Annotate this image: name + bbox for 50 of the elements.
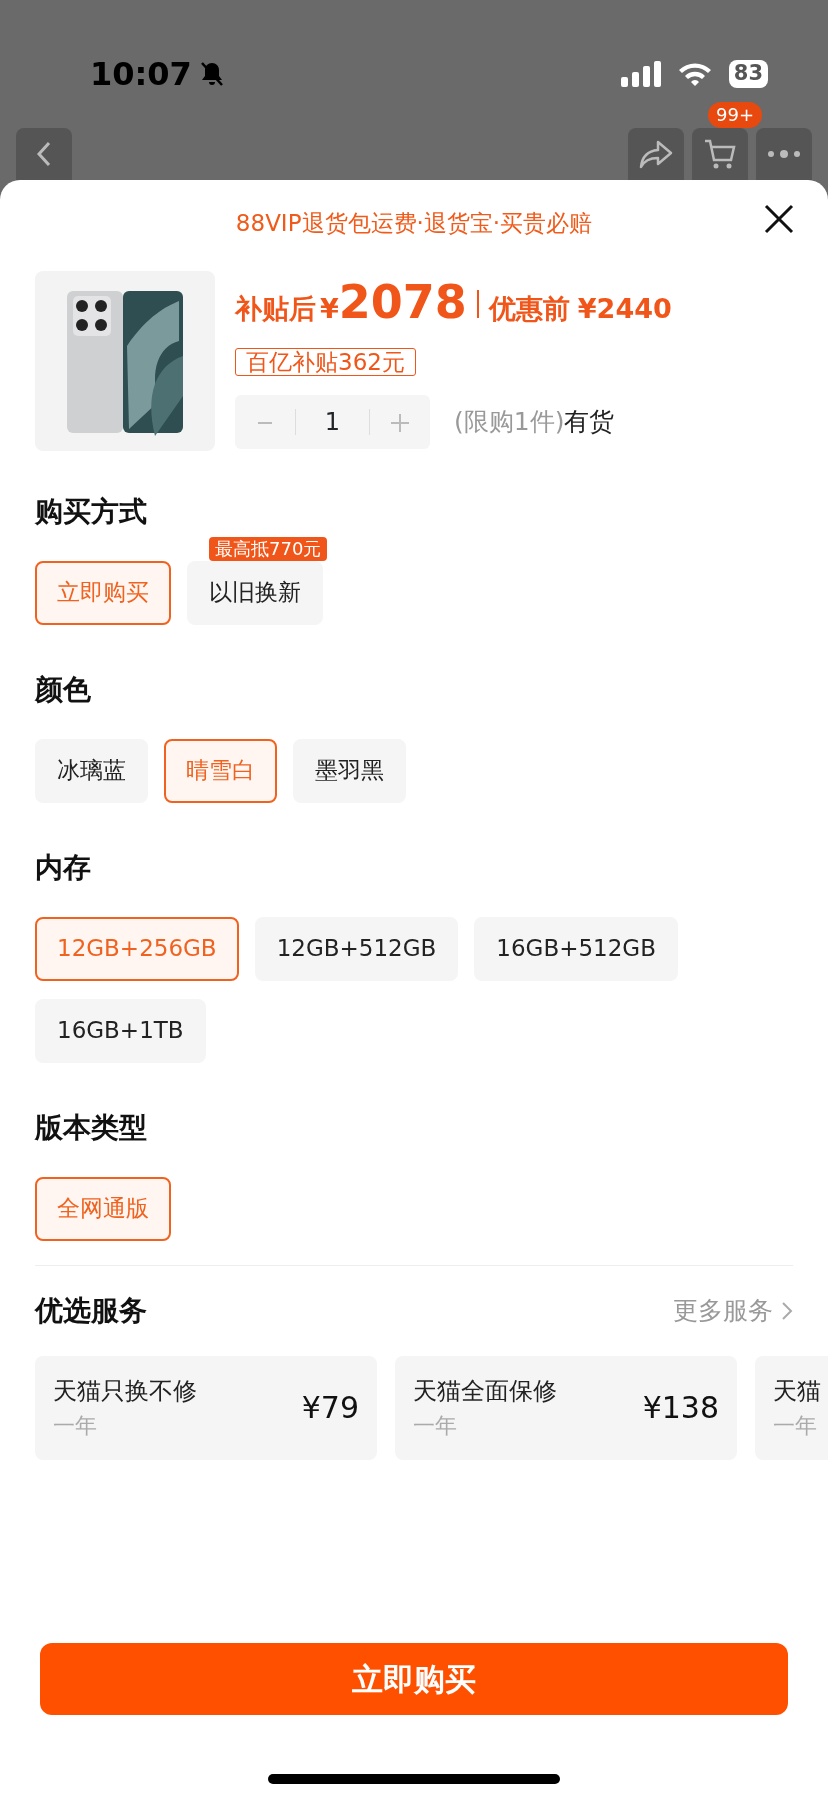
trade-in-badge: 最高抵770元 (209, 536, 328, 561)
more-button[interactable] (756, 128, 812, 180)
original-price: ¥2440 (577, 291, 672, 326)
signal-icon (620, 61, 661, 87)
service-term: 一年 (773, 1412, 818, 1440)
service-name: 天猫全面保修 (413, 1376, 557, 1407)
option-chip[interactable]: 以旧换新 (187, 560, 323, 625)
share-icon (638, 139, 674, 169)
option-chip[interactable]: 墨羽黑 (293, 738, 406, 803)
subsidy-tag: 百亿补贴362元 (235, 348, 416, 376)
promo-text: 88VIP退货包运费·退货宝·买贵必赔 (235, 210, 593, 236)
cart-count-badge: 99+ (708, 102, 762, 128)
section-title: 内存 (35, 849, 92, 886)
original-price-label: 优惠前 (488, 291, 570, 326)
status-time: 10:07 (90, 54, 192, 95)
service-name: 天猫 (773, 1376, 821, 1407)
option-chip[interactable]: 冰璃蓝 (35, 738, 148, 803)
close-icon (764, 204, 794, 234)
service-name: 天猫只换不修 (53, 1376, 197, 1407)
service-card[interactable]: 天猫只换不修 一年 ¥79 (35, 1355, 377, 1460)
share-button[interactable] (628, 128, 684, 180)
service-card[interactable]: 天猫 一年 (755, 1355, 828, 1460)
plus-icon (390, 413, 410, 433)
service-card[interactable]: 天猫全面保修 一年 ¥138 (395, 1355, 737, 1460)
section-title: 优选服务 (35, 1292, 147, 1329)
service-price: ¥79 (301, 1389, 359, 1427)
minus-icon (258, 421, 272, 425)
back-button[interactable] (16, 128, 72, 180)
subsidized-price: 2078 (338, 278, 467, 325)
stock-status: 有货 (564, 407, 615, 437)
option-chip[interactable]: 12GB+512GB (254, 916, 459, 981)
section-title: 颜色 (35, 671, 92, 708)
service-price: ¥138 (642, 1389, 719, 1427)
cart-button[interactable] (692, 128, 748, 180)
section-title: 版本类型 (35, 1109, 148, 1146)
price-label: 补贴后 (235, 291, 316, 326)
purchase-limit: (限购1件) (454, 407, 565, 437)
cart-icon (703, 138, 737, 170)
currency-sign: ¥ (320, 292, 339, 326)
more-icon (767, 150, 801, 158)
chevron-right-icon (781, 1300, 793, 1321)
battery-level: 83 (733, 60, 763, 88)
option-chip[interactable]: 16GB+512GB (474, 916, 678, 981)
back-icon (36, 141, 52, 167)
service-term: 一年 (53, 1412, 98, 1440)
option-chip[interactable]: 16GB+1TB (35, 998, 206, 1063)
section-title: 购买方式 (35, 493, 148, 530)
quantity-value: 1 (295, 409, 370, 435)
service-term: 一年 (413, 1412, 458, 1440)
bell-muted-icon (199, 61, 224, 87)
